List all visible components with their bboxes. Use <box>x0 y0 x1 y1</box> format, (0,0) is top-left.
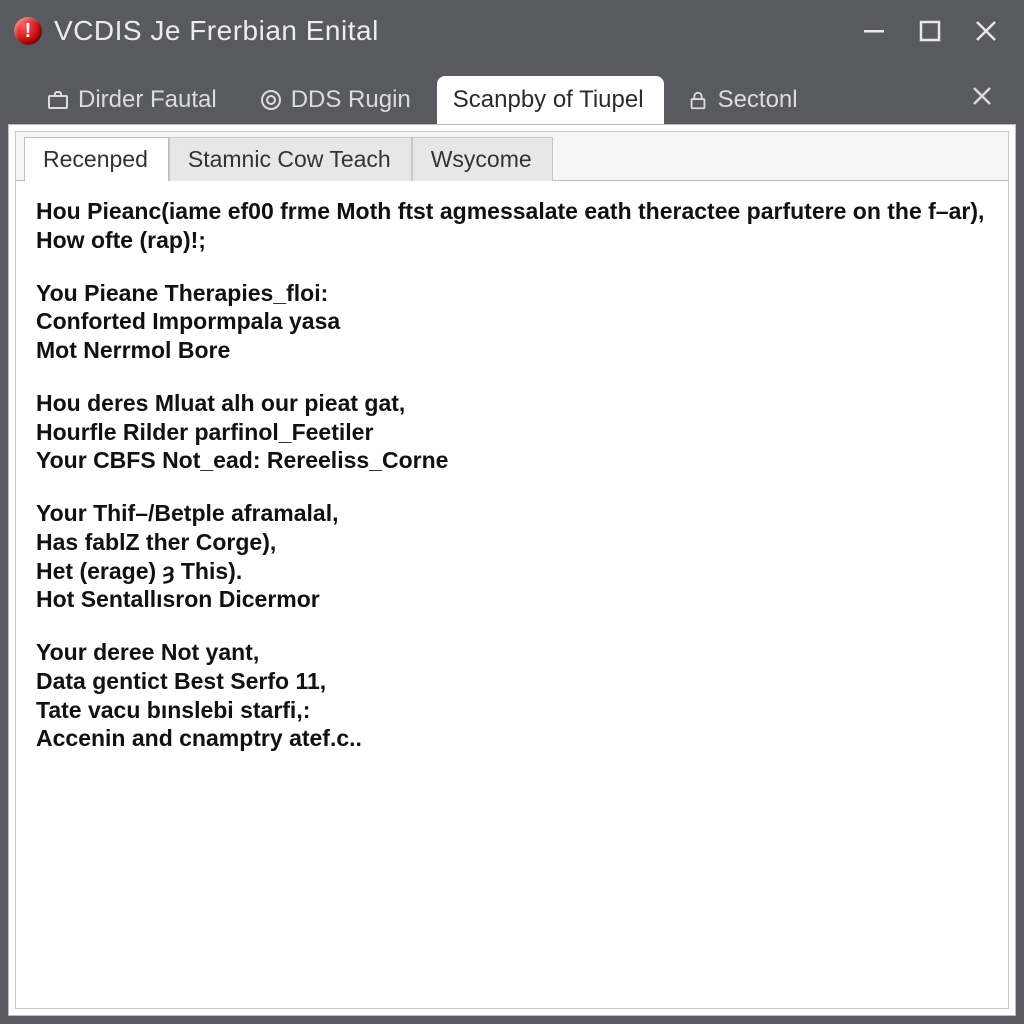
inner-tab-label: Stamnic Cow Teach <box>188 146 391 172</box>
outer-tab-scanpby-of-tiupel[interactable]: Scanpby of Tiupel <box>437 76 664 124</box>
outer-tab-label: Scanpby of Tiupel <box>453 86 644 114</box>
content-block: Hou deres Mluat alh our pieat gat, Hourf… <box>36 389 988 475</box>
outer-tab-dirder-fautal[interactable]: Dirder Fautal <box>30 76 237 124</box>
content-frame: Recenped Stamnic Cow Teach Wsycome Hou P… <box>8 124 1016 1016</box>
content-block: Your Thif–/Betple aframalal, Has fablZ t… <box>36 499 988 614</box>
inner-tab-label: Recenped <box>43 146 148 172</box>
content-block: Hou Pieanc(iame ef00 frme Moth ftst agme… <box>36 197 988 255</box>
inner-wrap: Recenped Stamnic Cow Teach Wsycome Hou P… <box>15 131 1009 1009</box>
outer-tab-sectonl[interactable]: Sectonl <box>670 76 818 124</box>
outer-tab-label: DDS Rugin <box>291 86 411 114</box>
window-title: VCDIS Je Frerbian Enital <box>54 15 379 47</box>
outer-tab-label: Dirder Fautal <box>78 86 217 114</box>
maximize-icon <box>918 19 942 43</box>
minimize-icon <box>861 18 887 44</box>
titlebar: ! VCDIS Je Frerbian Enital <box>0 0 1024 62</box>
close-icon <box>973 18 999 44</box>
tabstrip-close-button[interactable] <box>960 74 1004 118</box>
inner-tab-stamnic-cow-teach[interactable]: Stamnic Cow Teach <box>169 137 412 181</box>
minimize-button[interactable] <box>846 7 902 55</box>
inner-tabstrip: Recenped Stamnic Cow Teach Wsycome <box>16 132 1008 181</box>
maximize-button[interactable] <box>902 7 958 55</box>
inner-tab-label: Wsycome <box>431 146 532 172</box>
outer-tab-label: Sectonl <box>718 86 798 114</box>
close-button[interactable] <box>958 7 1014 55</box>
body-pane: Hou Pieanc(iame ef00 frme Moth ftst agme… <box>16 181 1008 1008</box>
inner-tab-recenped[interactable]: Recenped <box>24 137 169 181</box>
app-window: ! VCDIS Je Frerbian Enital <box>0 0 1024 1024</box>
briefcase-icon <box>46 88 70 112</box>
bang-glyph: ! <box>25 21 32 41</box>
outer-tabstrip: Dirder Fautal DDS Rugin Scanpby of Tiupe… <box>0 62 1024 124</box>
lock-icon <box>686 88 710 112</box>
outer-tab-dds-rugin[interactable]: DDS Rugin <box>243 76 431 124</box>
content-block: Your deree Not yant, Data gentict Best S… <box>36 638 988 753</box>
close-icon <box>970 84 994 108</box>
target-icon <box>259 88 283 112</box>
alert-icon: ! <box>14 17 42 45</box>
inner-tab-wsycome[interactable]: Wsycome <box>412 137 553 181</box>
content-block: You Pieane Therapies_floi: Conforted Imp… <box>36 279 988 365</box>
